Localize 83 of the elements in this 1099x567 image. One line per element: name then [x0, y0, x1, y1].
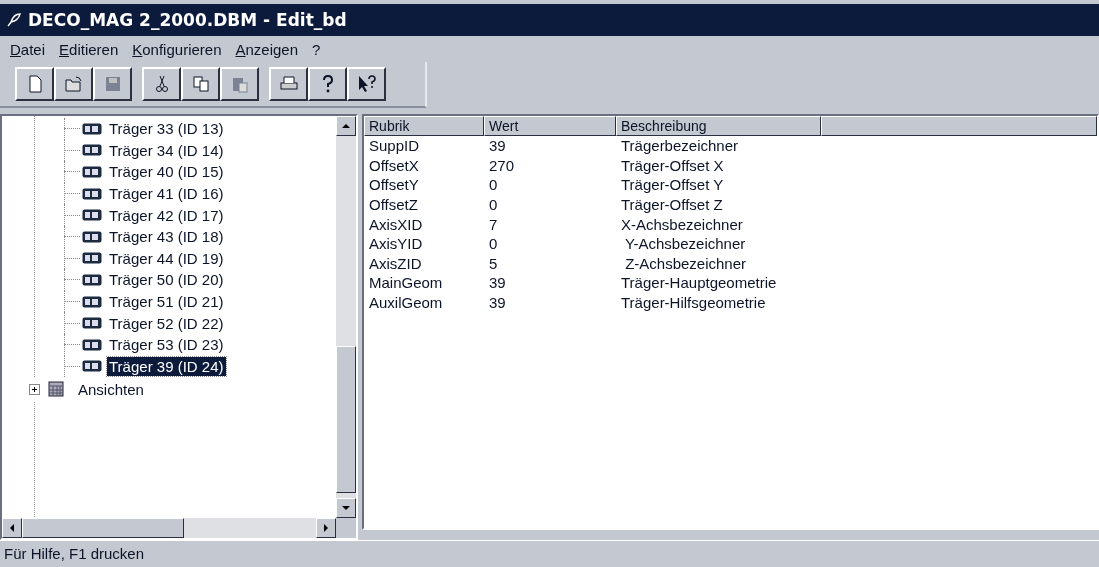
beam-icon: [82, 166, 102, 178]
window-title: DECO_MAG 2_2000.DBM - Edit_bd: [28, 10, 347, 30]
cut-button[interactable]: [142, 67, 181, 101]
beam-icon: [82, 122, 102, 135]
left-arrow-icon: [8, 524, 16, 532]
table-cell-text: Träger-Hauptgeometrie: [620, 274, 778, 292]
table-cell-text: OffsetX: [368, 156, 420, 174]
tree-item[interactable]: Träger 53 (ID 23): [107, 335, 226, 355]
table-cell-text: AxisZID: [368, 254, 423, 272]
up-arrow-icon: [342, 122, 350, 130]
menu-item[interactable]: Editieren: [59, 40, 119, 58]
plus-icon: [30, 384, 39, 394]
beam-icon: [82, 230, 102, 243]
tree-item[interactable]: Träger 42 (ID 17): [107, 205, 226, 225]
table-cell-text: AxisXID: [368, 215, 424, 233]
table-cell-text: X-Achsbezeichner: [620, 215, 744, 233]
tree-item[interactable]: Träger 44 (ID 19): [107, 248, 226, 268]
new-button[interactable]: [15, 67, 54, 101]
table-cell-text: AxisYID: [368, 235, 424, 253]
horizontal-scrollbar[interactable]: [2, 518, 356, 538]
beam-icon: [82, 187, 102, 200]
beam-icon: [82, 144, 102, 157]
menu-item[interactable]: ?: [312, 40, 321, 58]
table-cell-text: 39: [488, 137, 507, 155]
grid-icon: [48, 381, 64, 398]
tree-item[interactable]: Träger 33 (ID 13): [107, 119, 226, 139]
open-button[interactable]: [54, 67, 93, 101]
status-text: Für Hilfe, F1 drucken: [0, 540, 1099, 567]
menu-item[interactable]: Datei: [10, 40, 46, 58]
scrollbar-corner: [336, 518, 356, 538]
tree-item[interactable]: Träger 43 (ID 18): [107, 227, 226, 247]
beam-icon: [82, 209, 102, 222]
table-cell-text: AuxilGeom: [368, 294, 444, 312]
beam-icon: [82, 317, 102, 330]
table-cell-text: OffsetY: [368, 176, 420, 194]
table-cell-text: 0: [488, 235, 499, 253]
beam-icon: [82, 252, 102, 265]
copy-button[interactable]: [181, 67, 220, 101]
expand-toggle[interactable]: [29, 383, 40, 395]
print-button[interactable]: [269, 67, 308, 101]
table-cell-text: 0: [488, 176, 499, 194]
tree-item[interactable]: Träger 39 (ID 24): [107, 356, 226, 376]
column-header[interactable]: Beschreibung: [616, 116, 821, 136]
right-arrow-icon: [322, 524, 330, 532]
table-cell-text: Z-Achsbezeichner: [624, 254, 748, 272]
table-cell-text: 5: [488, 254, 499, 272]
tree-item[interactable]: Träger 41 (ID 16): [107, 184, 226, 204]
pointer-question-icon: [356, 74, 377, 94]
table-cell-text: MainGeom: [368, 274, 444, 292]
table-cell-text: 0: [488, 196, 499, 214]
beam-icon: [82, 338, 102, 351]
tree-item[interactable]: Träger 50 (ID 20): [107, 270, 226, 290]
beam-icon: [82, 295, 102, 308]
table-cell-text: Träger-Offset Z: [620, 196, 724, 214]
tree-item[interactable]: Träger 40 (ID 15): [107, 162, 226, 182]
table-cell-text: Träger-Offset Y: [620, 176, 725, 194]
table-cell-text: Y-Achsbezeichner: [623, 235, 747, 253]
column-header[interactable]: Rubrik: [364, 116, 484, 136]
table-cell-text: 7: [488, 215, 499, 233]
table-cell-text: OffsetZ: [368, 196, 419, 214]
column-header[interactable]: Wert: [484, 116, 616, 136]
context-help-button[interactable]: [347, 67, 386, 101]
folder-icon: [63, 74, 84, 94]
tree-item[interactable]: Träger 34 (ID 14): [107, 140, 226, 160]
table-cell-text: Träger-Offset X: [620, 156, 725, 174]
beam-icon: [82, 273, 102, 286]
table-cell-text: 270: [488, 156, 516, 174]
table-cell-text: 39: [488, 294, 507, 312]
menu-item[interactable]: Konfigurieren: [132, 40, 222, 58]
tree-item[interactable]: Träger 51 (ID 21): [107, 292, 226, 312]
app-icon: [6, 12, 22, 28]
down-arrow-icon: [342, 504, 350, 512]
tree-item[interactable]: Ansichten: [78, 380, 144, 398]
tree-item[interactable]: Träger 52 (ID 22): [107, 313, 226, 333]
table-cell-text: Träger-Hilfsgeometrie: [620, 294, 767, 312]
table-cell-text: 39: [488, 274, 507, 292]
menu-item[interactable]: Anzeigen: [235, 40, 299, 58]
copy-icon: [190, 74, 211, 94]
beam-icon: [82, 360, 102, 373]
table-cell-text: Trägerbezeichner: [620, 137, 739, 155]
table-cell-text: SuppID: [368, 137, 421, 155]
help-button[interactable]: [308, 67, 347, 101]
vertical-scrollbar[interactable]: [336, 116, 356, 518]
